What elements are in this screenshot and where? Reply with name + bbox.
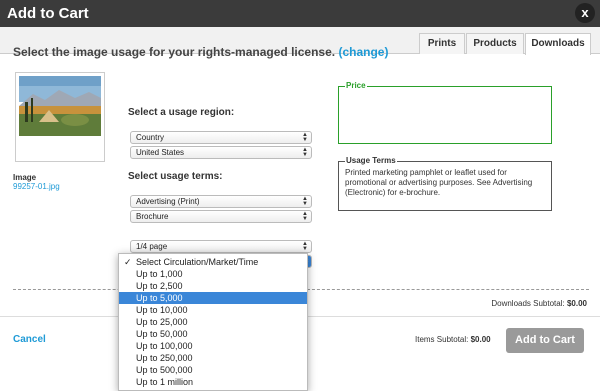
change-link[interactable]: (change) bbox=[338, 45, 388, 59]
dropdown-option[interactable]: Up to 25,000 bbox=[119, 316, 307, 328]
checkmark-icon: ✓ bbox=[124, 257, 132, 267]
size-select-value: 1/4 page bbox=[136, 242, 168, 251]
dropdown-option-label: Up to 50,000 bbox=[136, 329, 188, 339]
price-legend: Price bbox=[345, 81, 367, 90]
usage-category-value: Advertising (Print) bbox=[136, 197, 200, 206]
circulation-dropdown-list: ✓ Select Circulation/Market/Time Up to 1,0… bbox=[118, 253, 308, 391]
image-label: Image bbox=[13, 173, 37, 182]
usage-type-select[interactable]: Brochure ▲ ▼ bbox=[130, 210, 312, 223]
dropdown-option-label: Select Circulation/Market/Time bbox=[136, 257, 259, 267]
dropdown-option[interactable]: Up to 100,000 bbox=[119, 340, 307, 352]
usage-category-select[interactable]: Advertising (Print) ▲ ▼ bbox=[130, 195, 312, 208]
dropdown-option[interactable]: ✓ Select Circulation/Market/Time bbox=[119, 256, 307, 268]
downloads-subtotal: Downloads Subtotal: $0.00 bbox=[491, 299, 587, 308]
dropdown-option[interactable]: Up to 250,000 bbox=[119, 352, 307, 364]
region-value-select[interactable]: United States ▲ ▼ bbox=[130, 146, 312, 159]
region-label: Select a usage region: bbox=[128, 107, 235, 118]
dialog-title: Add to Cart bbox=[7, 5, 89, 22]
usage-heading-text: Select the image usage for your rights-m… bbox=[13, 45, 336, 59]
close-icon[interactable]: x bbox=[575, 3, 595, 23]
items-subtotal: Items Subtotal: $0.00 bbox=[415, 335, 491, 344]
dropdown-option-label: Up to 25,000 bbox=[136, 317, 188, 327]
dialog-titlebar: Add to Cart x bbox=[0, 0, 600, 27]
image-thumbnail[interactable] bbox=[15, 72, 105, 162]
dropdown-option-label: Up to 10,000 bbox=[136, 305, 188, 315]
downloads-subtotal-value: $0.00 bbox=[566, 299, 587, 308]
dropdown-option-label: Up to 5,000 bbox=[136, 293, 183, 303]
tab-downloads[interactable]: Downloads bbox=[525, 33, 591, 55]
select-arrows-icon: ▲▼ bbox=[302, 147, 308, 158]
price-box: Price bbox=[338, 81, 552, 144]
landscape-photo bbox=[19, 76, 101, 136]
dropdown-option-label: Up to 2,500 bbox=[136, 281, 183, 291]
dropdown-option[interactable]: Up to 5,000 bbox=[119, 292, 307, 304]
dropdown-option-label: Up to 500,000 bbox=[136, 365, 193, 375]
dropdown-option-label: Up to 100,000 bbox=[136, 341, 193, 351]
usage-terms-legend: Usage Terms bbox=[345, 156, 397, 165]
dropdown-option[interactable]: Up to 10,000 bbox=[119, 304, 307, 316]
usage-terms-text: Printed marketing pamphlet or leaflet us… bbox=[345, 168, 533, 197]
dropdown-option[interactable]: Up to 2,500 bbox=[119, 280, 307, 292]
usage-terms-box: Usage Terms Printed marketing pamphlet o… bbox=[338, 156, 552, 211]
dropdown-option[interactable]: Up to 1 million bbox=[119, 376, 307, 388]
select-arrows-icon: ▲▼ bbox=[302, 211, 308, 222]
size-select[interactable]: 1/4 page ▲ ▼ bbox=[130, 240, 312, 253]
country-select-value: Country bbox=[136, 133, 165, 142]
dropdown-option-label: Up to 1,000 bbox=[136, 269, 183, 279]
tab-prints[interactable]: Prints bbox=[419, 33, 465, 54]
select-arrows-icon: ▲▼ bbox=[302, 196, 308, 207]
select-arrows-icon: ▲▼ bbox=[302, 132, 308, 143]
dropdown-option[interactable]: Up to 500,000 bbox=[119, 364, 307, 376]
image-file-link[interactable]: 99257-01.jpg bbox=[13, 182, 60, 191]
usage-type-value: Brochure bbox=[136, 212, 169, 221]
cancel-link[interactable]: Cancel bbox=[13, 334, 46, 345]
items-subtotal-label: Items Subtotal: bbox=[415, 335, 469, 344]
items-subtotal-value: $0.00 bbox=[470, 335, 491, 344]
dropdown-option[interactable]: Up to 1,000 bbox=[119, 268, 307, 280]
select-arrows-icon: ▲▼ bbox=[302, 241, 308, 252]
terms-label: Select usage terms: bbox=[128, 171, 223, 182]
region-select-value: United States bbox=[136, 148, 185, 157]
country-select[interactable]: Country ▲ ▼ bbox=[130, 131, 312, 144]
tab-products[interactable]: Products bbox=[466, 33, 524, 54]
dropdown-option-label: Up to 250,000 bbox=[136, 353, 193, 363]
usage-heading: Select the image usage for your rights-m… bbox=[13, 45, 388, 59]
dropdown-option[interactable]: Up to 50,000 bbox=[119, 328, 307, 340]
downloads-subtotal-label: Downloads Subtotal: bbox=[491, 299, 565, 308]
dropdown-option-label: Up to 1 million bbox=[136, 377, 194, 387]
add-to-cart-button[interactable]: Add to Cart bbox=[506, 328, 584, 353]
